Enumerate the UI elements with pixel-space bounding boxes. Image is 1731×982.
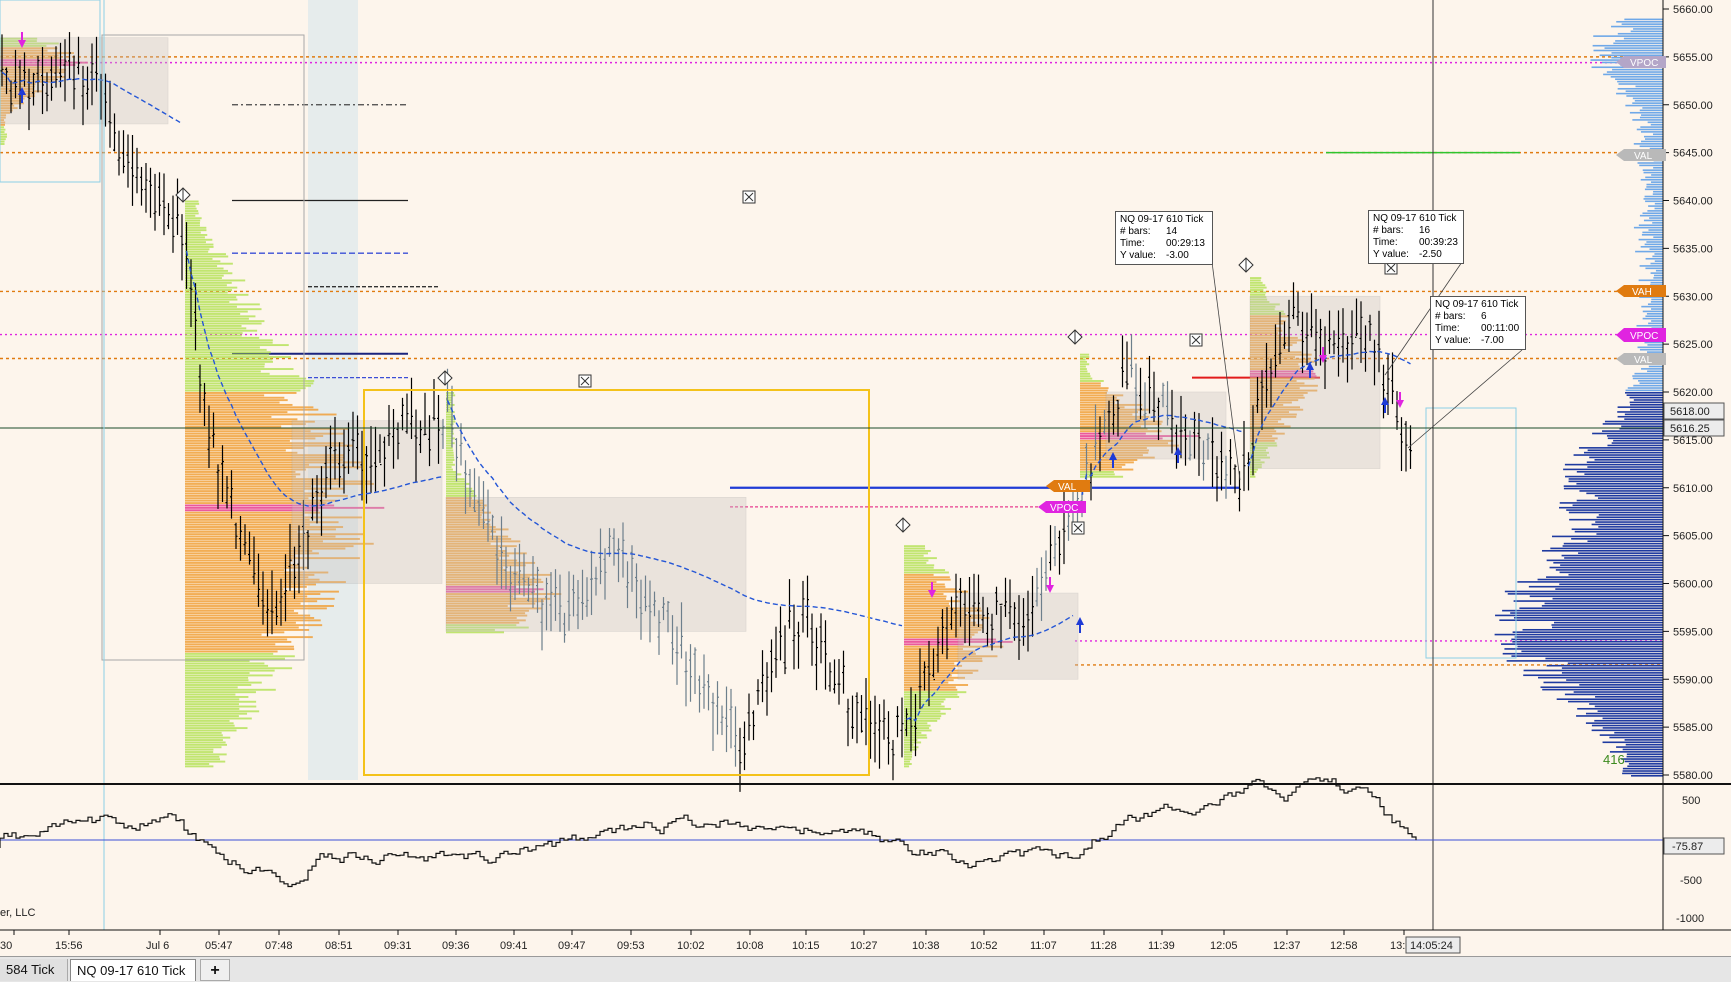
svg-text:VAH: VAH xyxy=(1632,287,1652,298)
measure-tooltip-3: NQ 09-17 610 Tick # bars: 6 Time: 00:11:00… xyxy=(1430,296,1526,350)
current-price-label: 5616.25 xyxy=(1670,423,1710,435)
time-axis-label: 07:48 xyxy=(265,940,293,952)
time-axis-label: 09:47 xyxy=(558,940,586,952)
svg-text:VPOC: VPOC xyxy=(1630,58,1658,69)
svg-text:VAL: VAL xyxy=(1634,151,1653,162)
time-axis-label: 12:37 xyxy=(1273,940,1301,952)
price-axis-label: 5620.00 xyxy=(1673,387,1713,399)
price-axis-label: 5615.00 xyxy=(1673,435,1713,447)
price-axis[interactable]: 5660.00 5655.00 5650.00 5645.00 5640.00 5635.… xyxy=(1663,4,1713,782)
copyright-text: er, LLC xyxy=(0,907,36,919)
time-axis-label: 12:05 xyxy=(1210,940,1238,952)
price-axis-label: 5595.00 xyxy=(1673,626,1713,638)
right-volume-profile xyxy=(1494,18,1663,777)
price-axis-label: 5610.00 xyxy=(1673,483,1713,495)
indicator-value-label: -75.87 xyxy=(1672,841,1703,853)
price-axis-label: 5625.00 xyxy=(1673,339,1713,351)
tab-584-tick[interactable]: 584 Tick xyxy=(0,959,68,981)
time-axis-label: 10:52 xyxy=(970,940,998,952)
crosshair-time-badge: 14:05:24 xyxy=(1405,936,1461,954)
chart-canvas[interactable]: 5660.00 5655.00 5650.00 5645.00 5640.00 5635.… xyxy=(0,0,1731,956)
time-axis-label: Jul 6 xyxy=(146,940,169,952)
time-axis-label: 15:56 xyxy=(55,940,83,952)
price-axis-label: 5650.00 xyxy=(1673,100,1713,112)
time-axis-label: 09:41 xyxy=(500,940,528,952)
vpoc-tag-right: VPOC xyxy=(1616,328,1666,342)
price-axis-label: 5645.00 xyxy=(1673,148,1713,160)
crosshair-price-label: 5618.00 xyxy=(1670,406,1710,418)
price-axis-label: 5605.00 xyxy=(1673,531,1713,543)
time-axis-label: 08:51 xyxy=(325,940,353,952)
svg-text:VPOC: VPOC xyxy=(1050,503,1078,514)
time-axis-label: 09:36 xyxy=(442,940,470,952)
time-axis-label: 11:39 xyxy=(1148,940,1175,952)
svg-text:VAL: VAL xyxy=(1634,355,1653,366)
crosshair-time-label: 14:05:24 xyxy=(1410,940,1453,952)
current-price-badge: 5616.25 xyxy=(1663,419,1725,437)
val-tag-mid: VAL xyxy=(1616,353,1666,366)
price-axis-label: 5600.00 xyxy=(1673,579,1713,591)
price-axis-label: 5630.00 xyxy=(1673,291,1713,303)
price-axis-label: 5660.00 xyxy=(1673,4,1713,16)
indicator-value-badge: -75.87 xyxy=(1663,837,1725,855)
time-axis-label: 11:28 xyxy=(1090,940,1117,952)
time-axis-label: 10:38 xyxy=(912,940,940,952)
session-highlight xyxy=(308,0,358,780)
price-axis-label: 5655.00 xyxy=(1673,52,1713,64)
price-axis-label: 5585.00 xyxy=(1673,722,1713,734)
time-axis-label: 11:07 xyxy=(1030,940,1057,952)
val-tag-left: VAL xyxy=(1046,480,1090,493)
signal-arrow-icon xyxy=(1046,585,1054,593)
volume-count: 416 xyxy=(1603,752,1625,767)
vpoc-tag-left: VPOC xyxy=(1038,501,1086,514)
time-axis-label: 12:58 xyxy=(1330,940,1358,952)
time-axis-label: 30 xyxy=(0,940,12,952)
time-axis-label: 10:02 xyxy=(677,940,705,952)
time-axis-label: 09:31 xyxy=(384,940,412,952)
svg-text:VAL: VAL xyxy=(1058,482,1077,493)
time-axis-label: 10:15 xyxy=(792,940,820,952)
indicator-line xyxy=(0,777,1417,888)
time-axis[interactable]: 30 15:56 Jul 6 05:47 07:48 08:51 09:31 09:36 09:… xyxy=(0,930,1418,952)
val-tag: VAL xyxy=(1616,149,1666,162)
price-axis-label: 5635.00 xyxy=(1673,243,1713,255)
vah-tag-top: VPOC xyxy=(1616,56,1666,69)
price-axis-label: 5580.00 xyxy=(1673,770,1713,782)
measure-tooltip-2: NQ 09-17 610 Tick # bars: 16 Time: 00:39:2… xyxy=(1368,210,1464,264)
vah-tag-mid: VAH xyxy=(1616,285,1666,298)
chart-tab-bar: 584 Tick NQ 09-17 610 Tick + xyxy=(0,956,1731,982)
indicator-axis-label: -1000 xyxy=(1676,913,1704,925)
price-axis-label: 5590.00 xyxy=(1673,674,1713,686)
indicator-axis-label: -500 xyxy=(1680,875,1702,887)
time-axis-label: 10:27 xyxy=(850,940,878,952)
crosshair-price-badge: 5618.00 xyxy=(1663,402,1725,420)
tab-nq-610-tick[interactable]: NQ 09-17 610 Tick xyxy=(70,959,196,981)
indicator-axis-label: 500 xyxy=(1682,795,1700,807)
add-tab-button[interactable]: + xyxy=(200,959,230,981)
time-axis-label: 05:47 xyxy=(205,940,233,952)
price-axis-label: 5640.00 xyxy=(1673,196,1713,208)
time-axis-label: 09:53 xyxy=(617,940,645,952)
svg-text:VPOC: VPOC xyxy=(1630,331,1658,342)
time-axis-label: 10:08 xyxy=(736,940,764,952)
measure-tooltip-1: NQ 09-17 610 Tick # bars: 14 Time: 00:29:1… xyxy=(1115,211,1213,265)
